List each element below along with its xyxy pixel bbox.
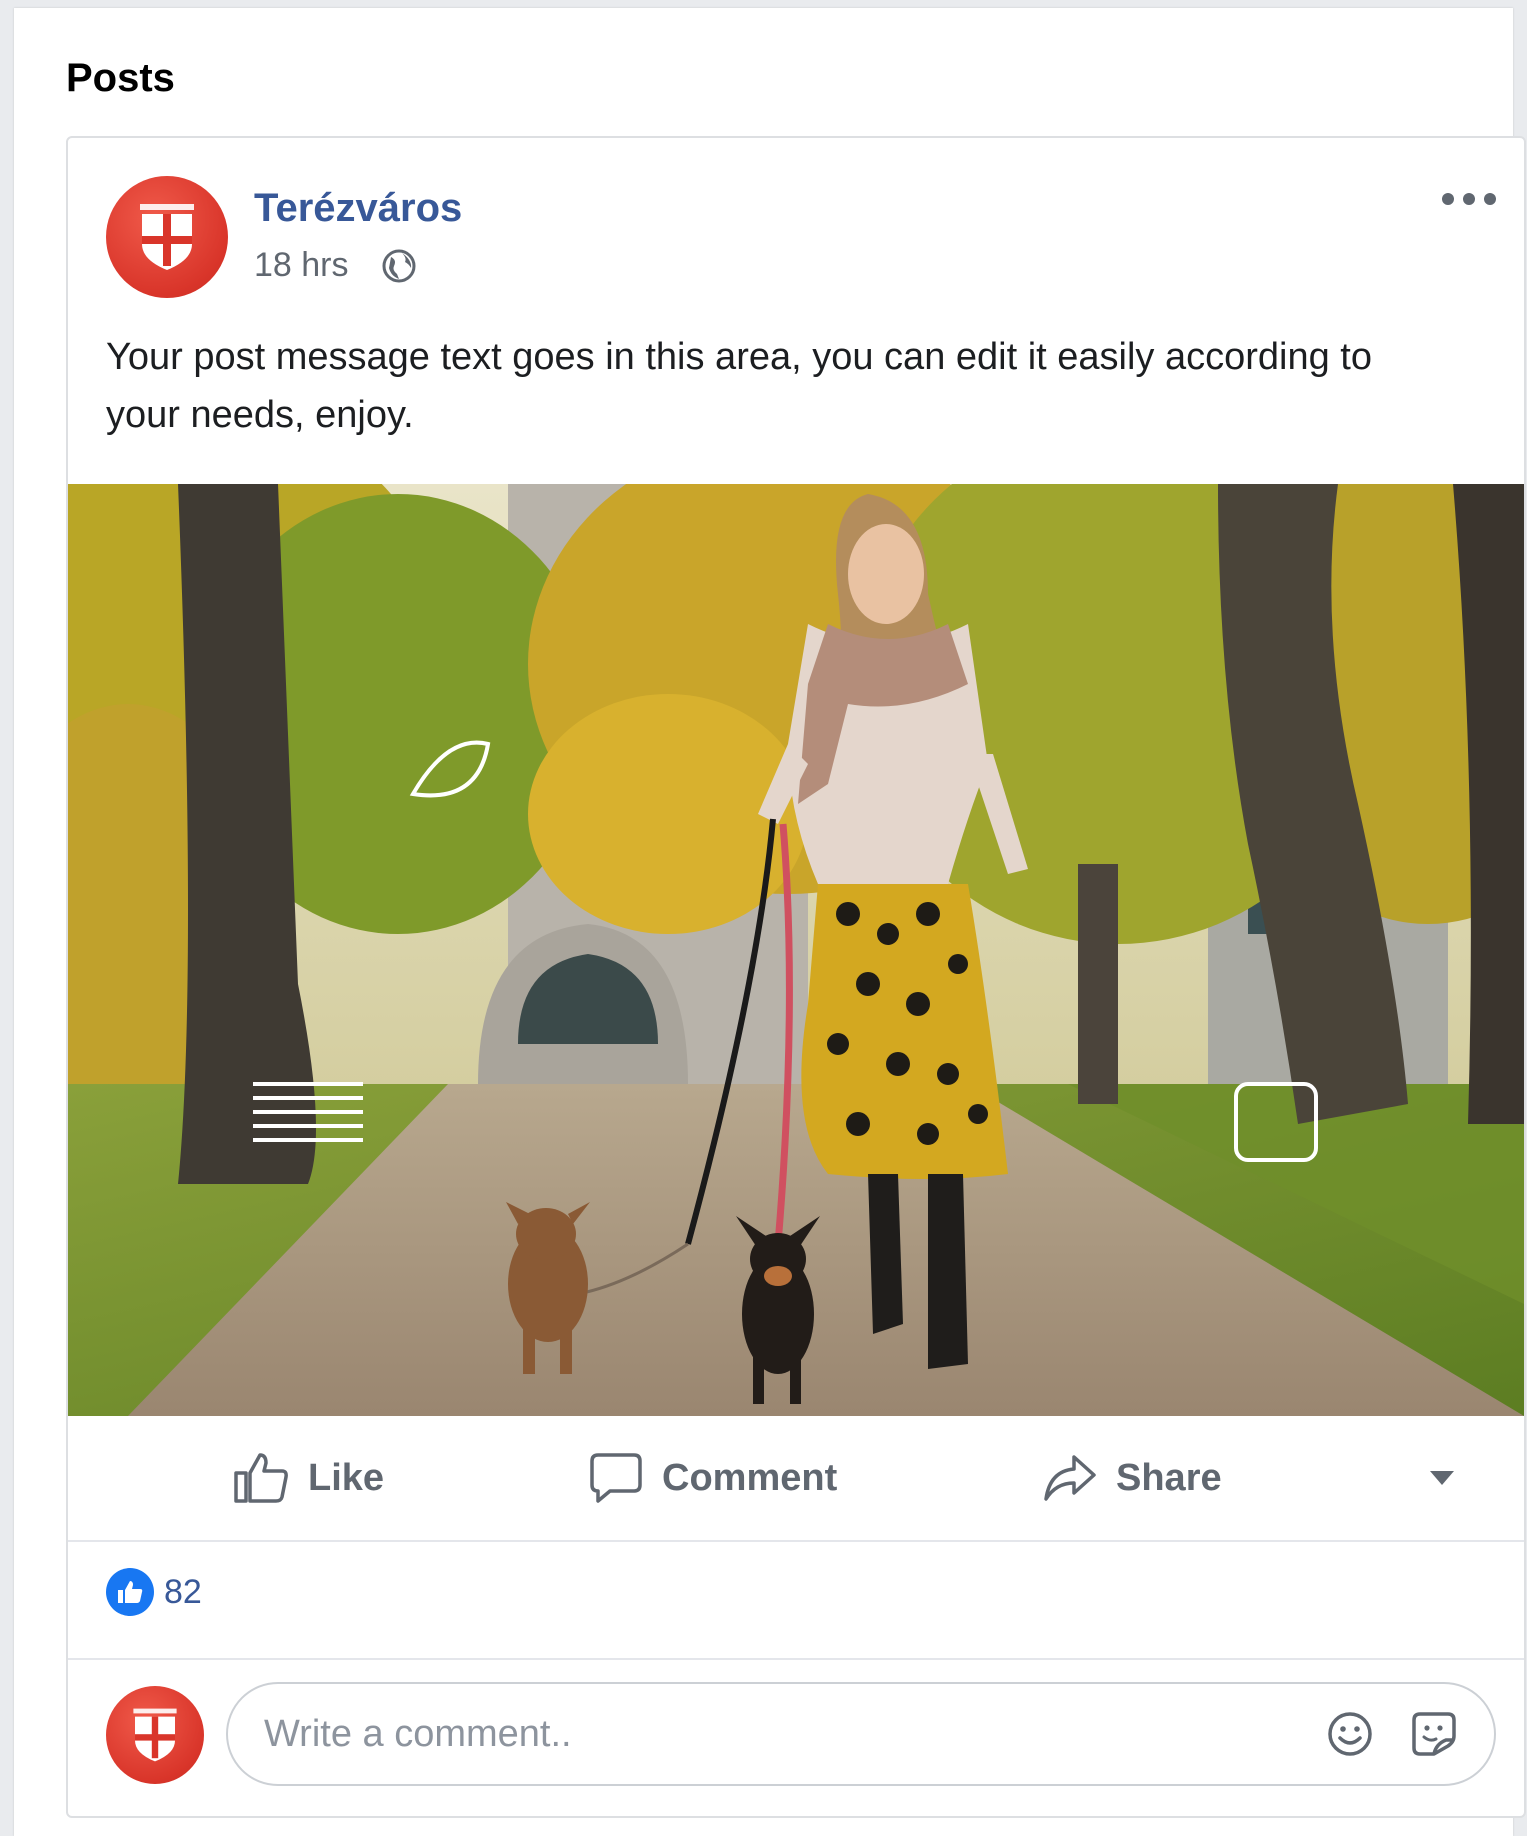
post-action-bar: Like Comment Share [68, 1416, 1524, 1542]
audience-dropdown-button[interactable] [1428, 1448, 1456, 1508]
like-label: Like [308, 1456, 385, 1499]
section-title: Posts [66, 56, 175, 100]
like-reaction-icon [106, 1568, 154, 1616]
reaction-count: 82 [164, 1572, 202, 1611]
emoji-icon[interactable] [1326, 1710, 1374, 1758]
post-message: Your post message text goes in this area… [106, 336, 1372, 436]
comment-label: Comment [662, 1456, 838, 1499]
sticker-icon[interactable] [1410, 1710, 1458, 1758]
caret-down-icon [1430, 1471, 1454, 1485]
thumbs-up-icon [234, 1453, 288, 1503]
post-card: Terézváros 18 hrs Your post message text… [66, 136, 1526, 1818]
commenter-avatar[interactable] [106, 1686, 204, 1784]
like-button[interactable]: Like [232, 1448, 384, 1508]
divider [68, 1658, 1524, 1660]
shield-logo-icon [140, 204, 194, 270]
comment-box [226, 1682, 1496, 1786]
post-meta: 18 hrs [254, 246, 417, 285]
more-options-icon[interactable] [1442, 188, 1496, 210]
globe-icon[interactable] [381, 248, 417, 284]
comment-button[interactable]: Comment [588, 1448, 837, 1508]
post-author[interactable]: Terézváros [254, 186, 462, 231]
share-arrow-icon [1044, 1455, 1096, 1501]
posts-panel: Posts Terézváros 18 hrs Your post messag… [14, 8, 1526, 1836]
share-button[interactable]: Share [1042, 1448, 1222, 1508]
comment-input[interactable] [262, 1704, 1266, 1764]
page-avatar[interactable] [106, 176, 228, 298]
post-photo[interactable] [68, 484, 1524, 1416]
comment-bubble-icon [590, 1453, 642, 1503]
shield-logo-icon [133, 1708, 177, 1762]
reaction-summary[interactable]: 82 [106, 1568, 202, 1616]
post-timestamp[interactable]: 18 hrs [254, 246, 349, 285]
share-label: Share [1116, 1456, 1222, 1499]
